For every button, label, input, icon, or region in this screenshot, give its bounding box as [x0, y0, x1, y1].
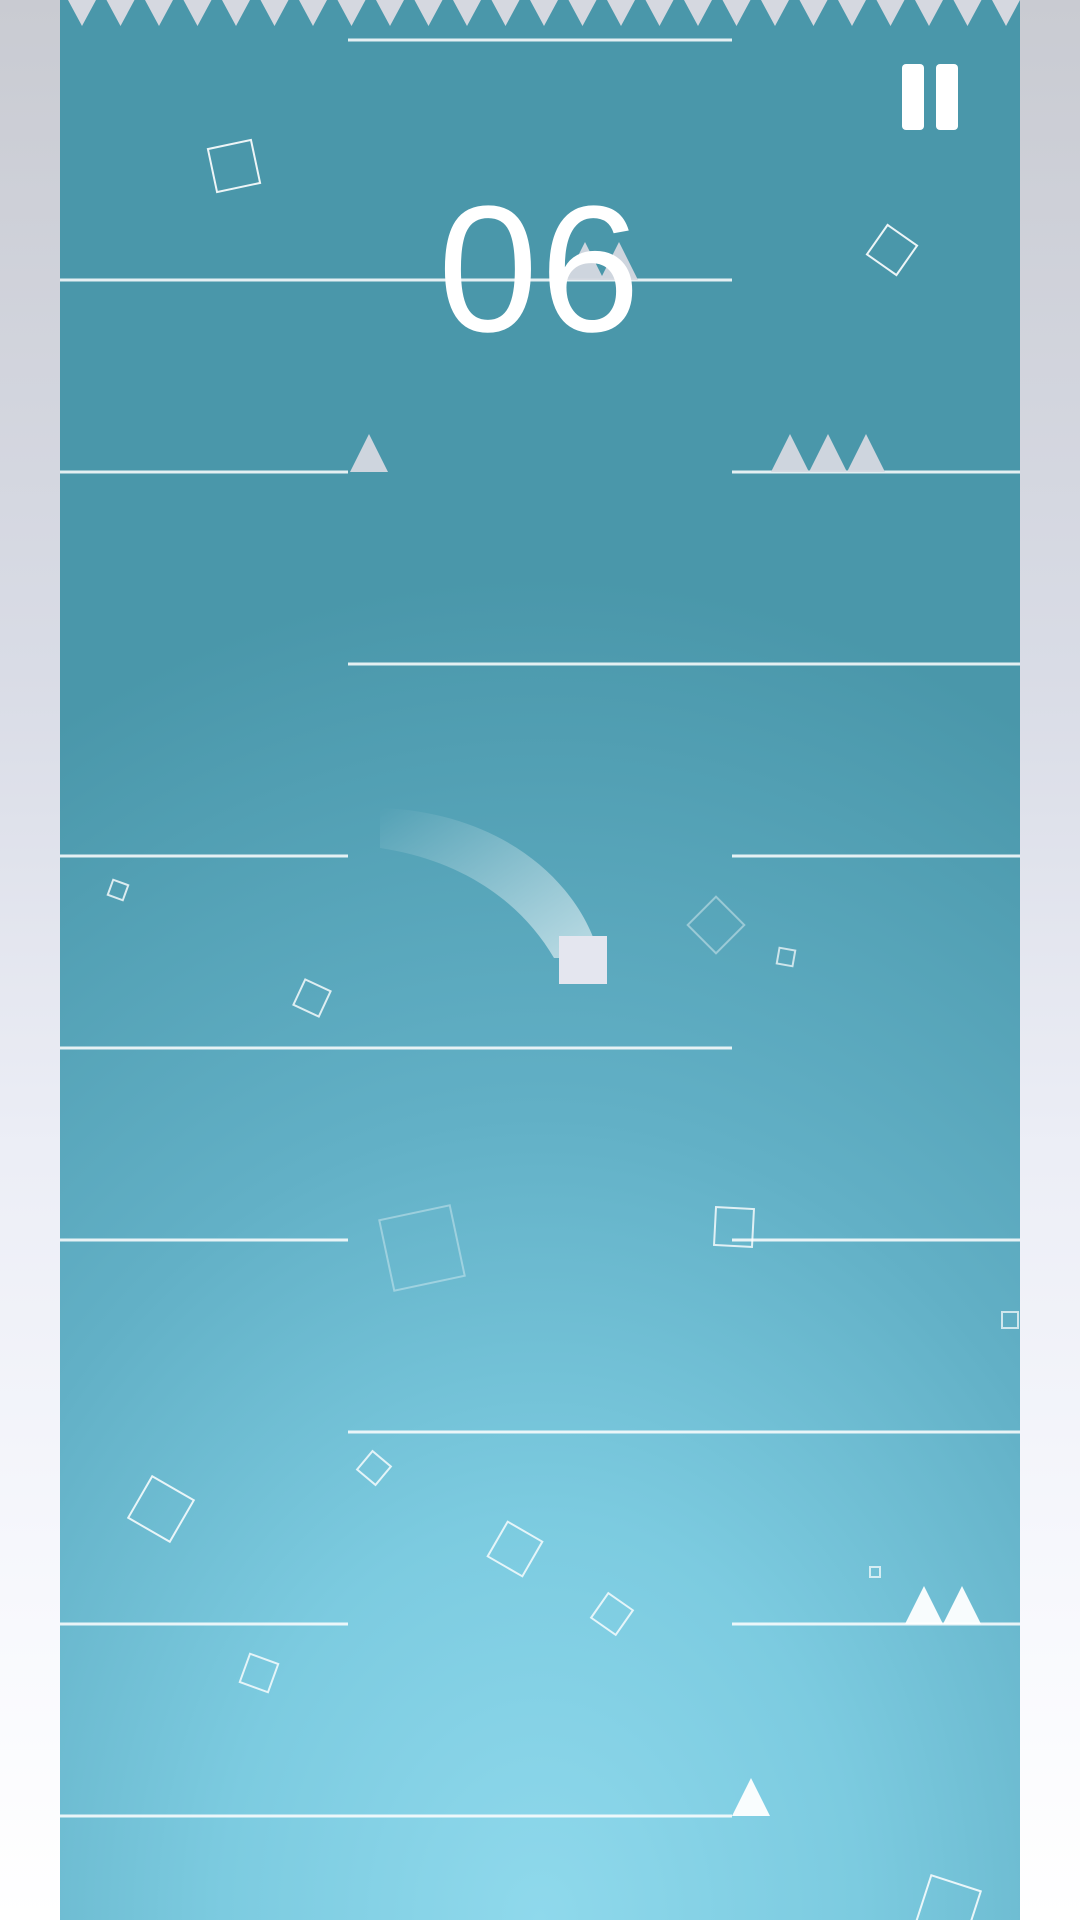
- ceiling-spike: [799, 0, 828, 26]
- square-outline-icon: [775, 946, 797, 968]
- ceiling-spike: [260, 0, 289, 26]
- triangle-spike-icon: [905, 1586, 943, 1624]
- ceiling-spike: [915, 0, 943, 26]
- ceiling-spike: [645, 0, 674, 26]
- ceiling-spike: [761, 0, 789, 26]
- ceiling-spike: [414, 0, 443, 26]
- ceiling-spike: [453, 0, 481, 26]
- score-counter: 06: [437, 169, 643, 370]
- square-outline-icon: [589, 1591, 635, 1637]
- ceiling-spike: [684, 0, 712, 26]
- triangle-spike-icon: [350, 434, 388, 472]
- triangle-spike-icon: [847, 434, 885, 472]
- ceiling-spike: [838, 0, 866, 26]
- square-outline-icon: [292, 978, 332, 1018]
- player-square: [559, 936, 607, 984]
- ceiling-spike: [876, 0, 905, 26]
- game-area[interactable]: 06: [60, 0, 1020, 1920]
- square-outline-icon: [913, 1873, 983, 1920]
- ceiling-spike: [299, 0, 327, 26]
- square-outline-icon: [355, 1449, 393, 1487]
- ceiling-spike: [607, 0, 635, 26]
- square-outline-icon: [126, 1474, 196, 1544]
- square-outline-icon: [486, 1520, 544, 1578]
- ceiling-spike: [530, 0, 558, 26]
- square-outline-icon: [378, 1204, 466, 1292]
- triangle-spike-icon: [771, 434, 809, 472]
- ceiling-spike: [568, 0, 597, 26]
- pause-button[interactable]: [900, 64, 960, 130]
- ceiling-spike: [222, 0, 250, 26]
- ceiling-spike: [992, 0, 1020, 26]
- square-outline-icon: [238, 1652, 280, 1694]
- ceiling-spike: [145, 0, 173, 26]
- square-outline-icon: [106, 878, 130, 902]
- ceiling-spike: [722, 0, 751, 26]
- pause-icon: [902, 64, 924, 130]
- ceiling-spike: [376, 0, 404, 26]
- square-outline-icon: [869, 1566, 881, 1578]
- ceiling-spike: [183, 0, 212, 26]
- triangle-spike-icon: [809, 434, 847, 472]
- square-outline-icon: [1001, 1311, 1019, 1329]
- player-trail: [380, 808, 600, 958]
- ceiling-spike: [491, 0, 520, 26]
- pause-icon: [936, 64, 958, 130]
- ceiling-spike: [337, 0, 366, 26]
- square-outline-icon: [686, 895, 746, 955]
- ceiling-spike: [106, 0, 135, 26]
- ceiling-spike: [68, 0, 96, 26]
- triangle-spike-icon: [943, 1586, 981, 1624]
- ceiling-spike: [953, 0, 982, 26]
- triangle-spike-icon: [732, 1778, 770, 1816]
